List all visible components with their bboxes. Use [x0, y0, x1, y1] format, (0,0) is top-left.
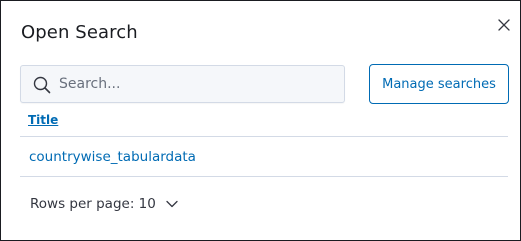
dialog-title: Open Search [21, 22, 138, 43]
table-header-divider [20, 136, 508, 137]
column-header-title[interactable]: Title [28, 113, 58, 127]
rows-per-page-label: Rows per page: 10 [30, 196, 156, 212]
open-search-dialog: Open Search Manage searches Title countr… [0, 0, 521, 241]
chevron-down-icon [166, 200, 178, 208]
table-row-divider [20, 176, 508, 177]
close-icon [498, 19, 510, 31]
search-input[interactable] [59, 66, 339, 102]
close-button[interactable] [495, 16, 513, 34]
search-icon [33, 76, 51, 94]
table-row-title-link[interactable]: countrywise_tabulardata [29, 149, 196, 165]
manage-searches-button[interactable]: Manage searches [369, 64, 509, 104]
rows-per-page-button[interactable]: Rows per page: 10 [30, 196, 178, 212]
search-box [20, 65, 345, 103]
